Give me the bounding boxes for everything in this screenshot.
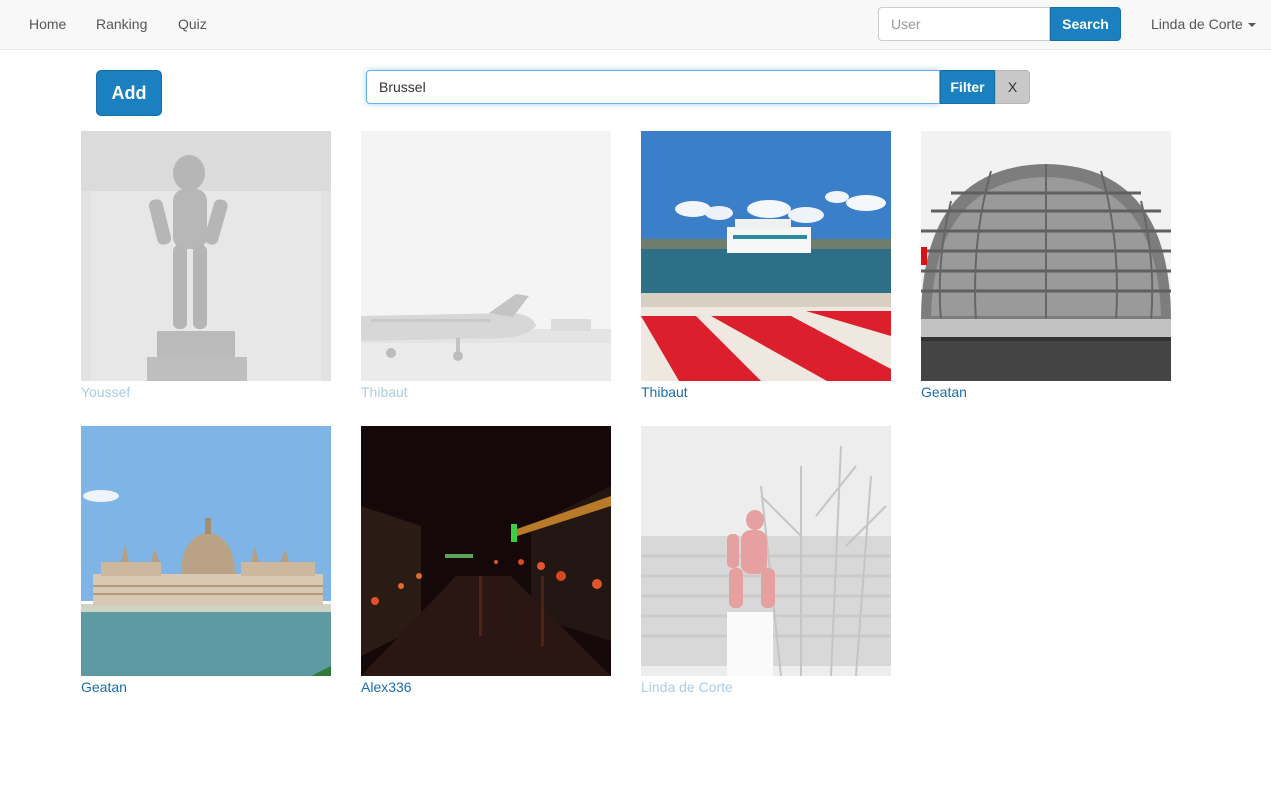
ferry-photo-icon xyxy=(641,131,891,381)
filter-button[interactable]: Filter xyxy=(940,70,995,104)
photo-thumbnail[interactable] xyxy=(921,131,1171,381)
photo-card: Geatan xyxy=(81,426,331,695)
photo-owner-link[interactable]: Youssef xyxy=(81,384,331,400)
photo-owner-link[interactable]: Alex336 xyxy=(361,679,611,695)
airplane-photo-icon xyxy=(361,131,611,381)
nav-link-quiz[interactable]: Quiz xyxy=(178,16,207,32)
photo-owner-link[interactable]: Thibaut xyxy=(361,384,611,400)
photo-owner-link[interactable]: Geatan xyxy=(921,384,1171,400)
photo-card: Geatan xyxy=(921,131,1171,400)
user-search-input[interactable] xyxy=(878,7,1050,41)
photo-thumbnail[interactable] xyxy=(81,426,331,676)
top-navbar: Home Ranking Quiz Search Linda de Corte xyxy=(0,0,1271,50)
user-name: Linda de Corte xyxy=(1151,16,1243,32)
photo-thumbnail[interactable] xyxy=(641,426,891,676)
statue-photo-icon xyxy=(81,131,331,381)
photo-owner-link[interactable]: Thibaut xyxy=(641,384,891,400)
photo-card: Alex336 xyxy=(361,426,611,695)
photo-thumbnail[interactable] xyxy=(81,131,331,381)
red-statue-photo-icon xyxy=(641,426,891,676)
clear-filter-button[interactable]: X xyxy=(995,70,1030,104)
photo-card: Linda de Corte xyxy=(641,426,891,695)
photo-thumbnail[interactable] xyxy=(361,426,611,676)
nav-link-home[interactable]: Home xyxy=(29,16,66,32)
photo-card: Youssef xyxy=(81,131,331,400)
photo-thumbnail[interactable] xyxy=(361,131,611,381)
user-menu-dropdown[interactable]: Linda de Corte xyxy=(1151,16,1256,32)
photo-card: Thibaut xyxy=(361,131,611,400)
parliament-photo-icon xyxy=(81,426,331,676)
photo-card: Thibaut xyxy=(641,131,891,400)
night-street-photo-icon xyxy=(361,426,611,676)
nav-link-ranking[interactable]: Ranking xyxy=(96,16,147,32)
caret-down-icon xyxy=(1247,23,1256,28)
photo-owner-link[interactable]: Geatan xyxy=(81,679,331,695)
dome-photo-icon xyxy=(921,131,1171,381)
photo-thumbnail[interactable] xyxy=(641,131,891,381)
add-button[interactable]: Add xyxy=(96,70,162,116)
filter-input[interactable] xyxy=(366,70,940,104)
search-button[interactable]: Search xyxy=(1050,7,1121,41)
photo-owner-link[interactable]: Linda de Corte xyxy=(641,679,891,695)
